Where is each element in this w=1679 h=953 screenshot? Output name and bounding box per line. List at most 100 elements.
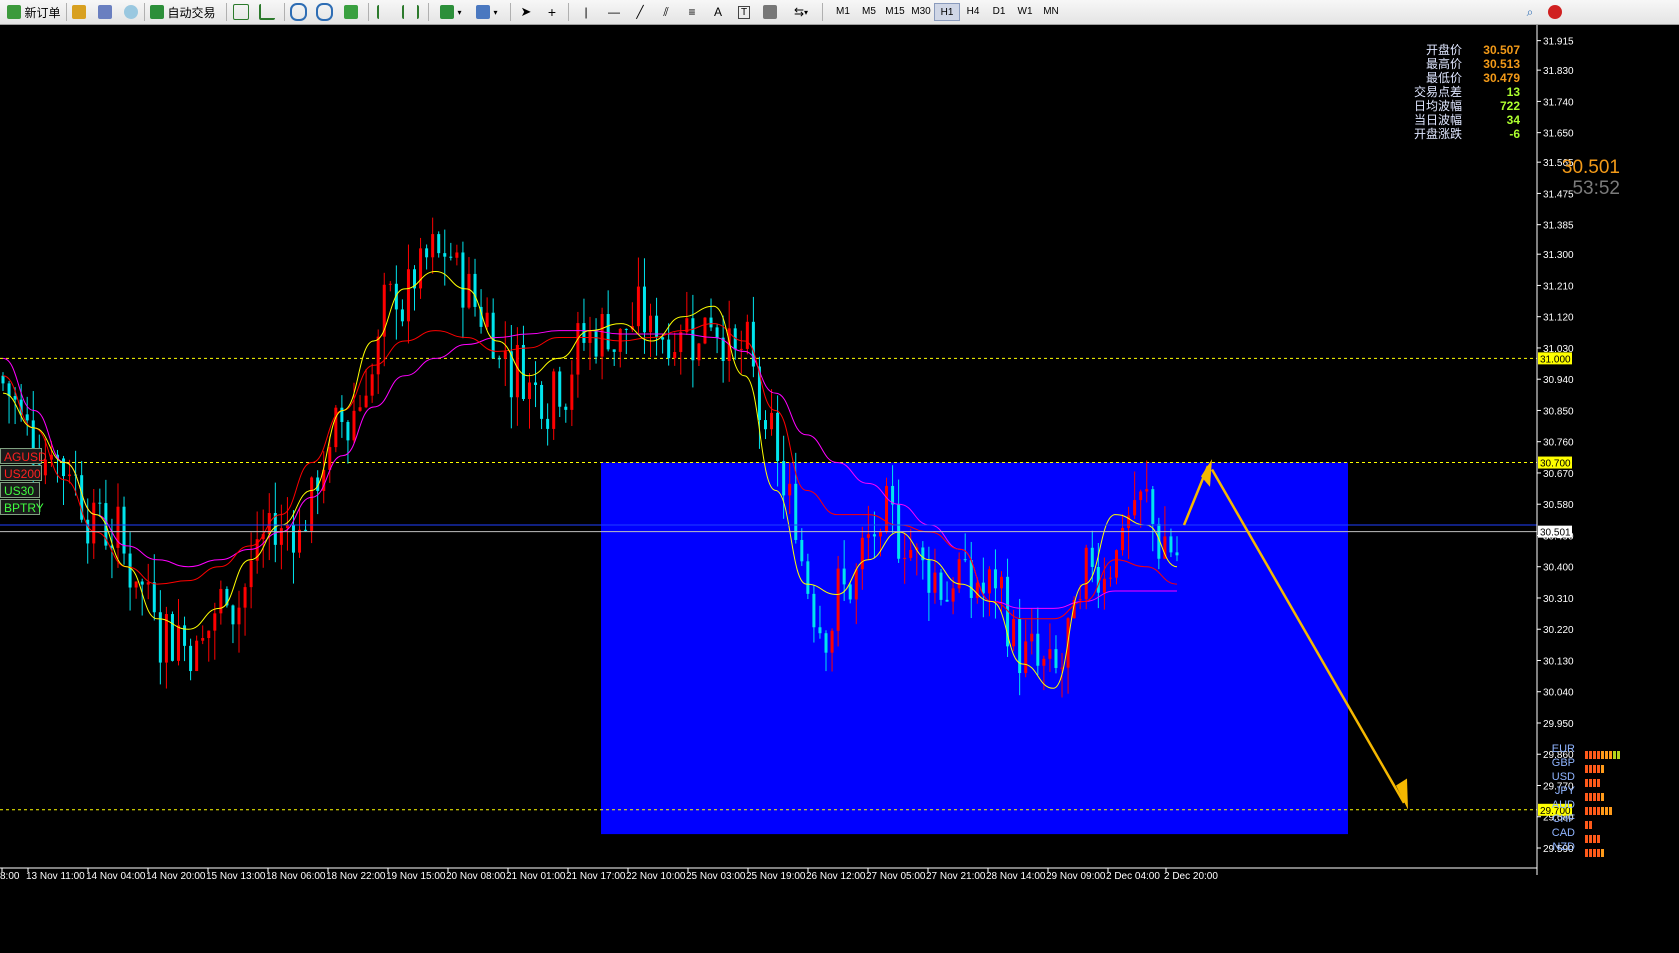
zoom-out-button[interactable] <box>316 2 336 22</box>
time-tick-label: 27 Nov 21:00 <box>926 871 986 882</box>
text-label-button[interactable]: T <box>734 2 754 22</box>
time-tick-label: 15 Nov 13:00 <box>206 871 266 882</box>
search-button[interactable]: ⌕ <box>1520 2 1540 22</box>
currency-name: AUD <box>1551 799 1575 811</box>
candle-body <box>636 286 640 327</box>
timeframe-m1[interactable]: M1 <box>830 3 856 21</box>
indicators-button[interactable]: ▾ <box>436 2 466 22</box>
timeframe-w1[interactable]: W1 <box>1012 3 1038 21</box>
arrows-icon: ⇆ <box>793 5 805 19</box>
timeframe-mn[interactable]: MN <box>1038 3 1064 21</box>
candle-body <box>249 560 253 588</box>
timeframe-h1[interactable]: H1 <box>934 3 960 21</box>
arrows-button[interactable]: ⇆ ▾ <box>786 2 816 22</box>
candle-body <box>691 318 695 361</box>
zoom-out-icon <box>316 3 333 21</box>
time-tick-label: 14 Nov 04:00 <box>86 871 146 882</box>
candle-body <box>933 572 937 593</box>
candle-body <box>25 414 29 421</box>
candle-body <box>98 502 102 504</box>
crosshair-tool-button[interactable]: + <box>542 2 562 22</box>
symbol-label-us30[interactable]: US30 <box>0 482 40 498</box>
timeframe-m30[interactable]: M30 <box>908 3 934 21</box>
chart-shift-icon <box>402 5 419 19</box>
zoom-in-button[interactable] <box>290 2 310 22</box>
candle-body <box>310 477 314 531</box>
candle-body <box>981 582 985 594</box>
crosshair-icon: + <box>547 4 557 20</box>
candle-body <box>449 256 453 258</box>
candle-body <box>1054 649 1058 668</box>
timeframe-d1[interactable]: D1 <box>986 3 1012 21</box>
candle-body <box>963 559 967 561</box>
auto-trade-button[interactable]: 自动交易 <box>148 2 218 22</box>
auto-scroll-button[interactable] <box>376 2 396 22</box>
line-chart-icon <box>258 4 275 20</box>
gold-bars-icon <box>71 5 86 19</box>
signals-button[interactable] <box>122 2 142 22</box>
candle-body <box>1024 641 1028 674</box>
candle-body <box>1169 536 1173 553</box>
currency-name: JPY <box>1554 785 1575 797</box>
cursor-tool-button[interactable]: ➤ <box>516 2 536 22</box>
candle-body <box>703 317 707 344</box>
price-tick-label: 31.120 <box>1543 313 1574 324</box>
zoom-in-icon <box>290 3 307 21</box>
candle-body <box>824 633 828 653</box>
chart-canvas[interactable]: 31.91531.83031.74031.65031.56531.47531.3… <box>0 25 1679 948</box>
analysis-rectangle[interactable] <box>601 462 1348 835</box>
candle-body <box>667 339 671 359</box>
price-tick-label: 30.310 <box>1543 594 1574 605</box>
candle-body <box>328 447 332 470</box>
symbol-label-bptry[interactable]: BPTRY <box>0 499 44 515</box>
currency-strength-bar <box>1585 802 1613 815</box>
symbol-label-us200[interactable]: US200 <box>0 465 42 481</box>
candle-body <box>195 640 199 672</box>
tile-windows-button[interactable] <box>342 2 362 22</box>
trendline-button[interactable]: ╱ <box>630 2 650 22</box>
candle-body <box>1108 577 1112 579</box>
new-order-button[interactable]: 新订单 <box>4 2 64 22</box>
history-button[interactable] <box>96 2 116 22</box>
candle-body <box>176 625 180 661</box>
time-tick-label: 21 Nov 17:00 <box>566 871 626 882</box>
candle-body <box>231 605 235 625</box>
candle-body <box>485 312 489 327</box>
line-chart-button[interactable] <box>258 2 278 22</box>
gold-bars-button[interactable] <box>70 2 90 22</box>
price-chart[interactable]: 31.915 31.830 31.740 31.650 31.565 31.475 31.3… <box>0 25 1679 948</box>
auto-trade-label: 自动交易 <box>167 5 216 20</box>
candle-body <box>207 630 211 639</box>
time-tick-label: 2 Dec 20:00 <box>1164 871 1218 882</box>
templates-button[interactable]: ▾ <box>472 2 502 22</box>
alerts-button[interactable] <box>1544 2 1566 22</box>
candle-body <box>866 534 870 538</box>
rectangle-button[interactable] <box>760 2 782 22</box>
candle-body <box>1145 489 1149 492</box>
bar-chart-icon <box>232 4 249 20</box>
price-tick-label: 31.915 <box>1543 37 1574 48</box>
price-tick-label: 31.300 <box>1543 250 1574 261</box>
timeframe-m5[interactable]: M5 <box>856 3 882 21</box>
candle-body <box>709 317 713 328</box>
timeframe-h4[interactable]: H4 <box>960 3 986 21</box>
vertical-line-button[interactable]: | <box>576 2 596 22</box>
candle-body <box>298 529 302 553</box>
candle-body <box>473 273 477 307</box>
horizontal-line-button[interactable]: — <box>602 2 626 22</box>
text-tool-button[interactable]: A <box>708 2 728 22</box>
equidistant-channel-button[interactable]: ⫽ <box>656 2 676 22</box>
price-tick-label: 31.210 <box>1543 281 1574 292</box>
symbol-label-agusd[interactable]: AGUSD <box>0 448 47 464</box>
candle-body <box>92 502 96 544</box>
chart-shift-button[interactable] <box>402 2 422 22</box>
timeframe-m15[interactable]: M15 <box>882 3 908 21</box>
time-tick-label: 22 Nov 10:00 <box>626 871 686 882</box>
bar-chart-button[interactable] <box>232 2 252 22</box>
candle-body <box>642 286 646 333</box>
candle-body <box>497 358 501 360</box>
candle-body <box>68 474 72 477</box>
fibonacci-button[interactable]: ≡ <box>682 2 702 22</box>
time-tick-label: 25 Nov 19:00 <box>746 871 806 882</box>
candle-body <box>152 582 156 613</box>
